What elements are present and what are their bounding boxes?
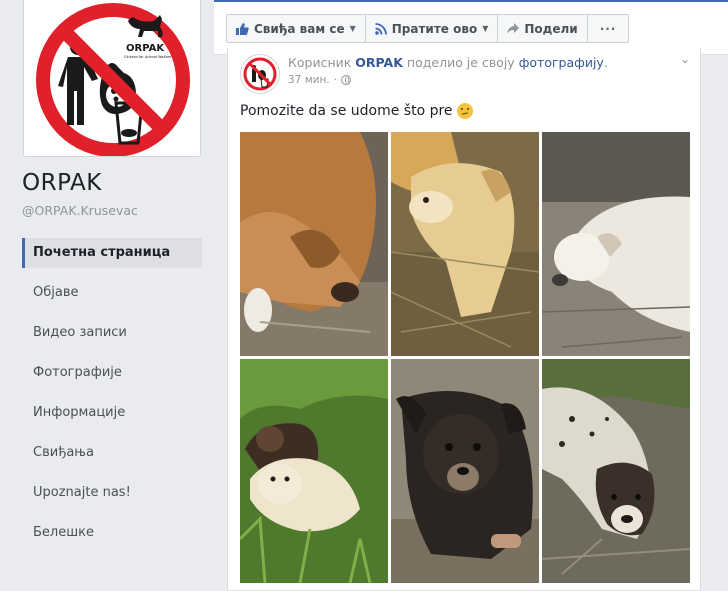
post-suffix: . — [603, 55, 608, 70]
follow-button-label: Пратите ово — [391, 21, 478, 36]
orpak-logo-icon: ORPAK Citizens for Animal Welfare — [36, 3, 190, 156]
post-photo[interactable] — [391, 359, 539, 583]
nav-item-photos[interactable]: Фотографије — [22, 358, 143, 388]
logo-text: ORPAK — [126, 43, 165, 54]
nav-item-meet-us[interactable]: Upoznajte nas! — [22, 478, 143, 508]
emoji-icon — [456, 103, 473, 119]
orpak-avatar-icon — [243, 57, 277, 91]
like-dropdown-icon: ▼ — [349, 24, 356, 33]
top-accent-line — [214, 0, 728, 2]
profile-picture[interactable]: ORPAK Citizens for Animal Welfare — [23, 0, 201, 157]
photo-grid — [240, 132, 690, 585]
post-photo[interactable] — [240, 132, 388, 356]
share-arrow-icon — [507, 23, 520, 34]
post-middle-text: поделио је своју — [406, 55, 515, 70]
post-photo[interactable] — [542, 359, 690, 583]
post-avatar[interactable] — [240, 54, 280, 94]
post-meta: 37 мин. · — [288, 74, 351, 86]
follow-button[interactable]: Пратите ово ▼ — [366, 15, 499, 42]
post-photo[interactable] — [240, 359, 388, 583]
share-button[interactable]: Подели — [498, 15, 588, 42]
share-button-label: Подели — [524, 21, 578, 36]
nav-item-posts[interactable]: Објаве — [22, 278, 143, 308]
nav-item-notes[interactable]: Белешке — [22, 518, 143, 548]
left-column: ORPAK Citizens for Animal Welfare ORPAK … — [0, 0, 212, 591]
page-handle[interactable]: @ORPAK.Krusevac — [22, 203, 138, 218]
more-options-button[interactable]: ··· — [588, 15, 629, 42]
page-title[interactable]: ORPAK — [22, 170, 102, 196]
logo-subtext: Citizens for Animal Welfare — [124, 55, 171, 59]
photo-image — [240, 132, 388, 356]
photo-image — [240, 359, 388, 583]
post-message: Pomozite da se udome što pre — [240, 103, 473, 119]
nav-item-about[interactable]: Информације — [22, 398, 143, 428]
photo-image — [391, 132, 539, 356]
page-action-bar: Свиђа вам се ▼ Пратите ово ▼ Подели ··· — [214, 0, 728, 55]
post-photo[interactable] — [542, 132, 690, 356]
feed-post: Корисник ORPAK поделио је своју фотограф… — [227, 48, 701, 591]
post-header: Корисник ORPAK поделио је своју фотограф… — [288, 55, 608, 70]
like-button-label: Свиђа вам се — [254, 21, 345, 36]
post-object-link[interactable]: фотографију — [519, 55, 604, 70]
post-actor-link[interactable]: ORPAK — [355, 55, 403, 70]
globe-icon[interactable] — [341, 75, 351, 85]
post-photo[interactable] — [391, 132, 539, 356]
photo-image — [542, 359, 690, 583]
meta-separator: · — [333, 74, 337, 86]
post-timestamp[interactable]: 37 мин. — [288, 74, 330, 86]
nav-item-home[interactable]: Почетна страница — [22, 238, 202, 268]
action-button-group: Свиђа вам се ▼ Пратите ово ▼ Подели ··· — [226, 14, 630, 43]
post-prefix: Корисник — [288, 55, 352, 70]
rss-icon — [374, 22, 387, 35]
nav-item-likes[interactable]: Свиђања — [22, 438, 143, 468]
follow-dropdown-icon: ▼ — [482, 24, 489, 33]
thumbs-up-icon — [236, 22, 249, 35]
page-nav: Почетна страница Објаве Видео записи Фот… — [22, 238, 202, 558]
nav-item-videos[interactable]: Видео записи — [22, 318, 143, 348]
post-message-text: Pomozite da se udome što pre — [240, 103, 453, 119]
chevron-down-icon[interactable]: ⌄ — [680, 52, 690, 66]
photo-image — [542, 132, 690, 356]
photo-image — [391, 359, 539, 583]
like-button[interactable]: Свиђа вам се ▼ — [227, 15, 366, 42]
